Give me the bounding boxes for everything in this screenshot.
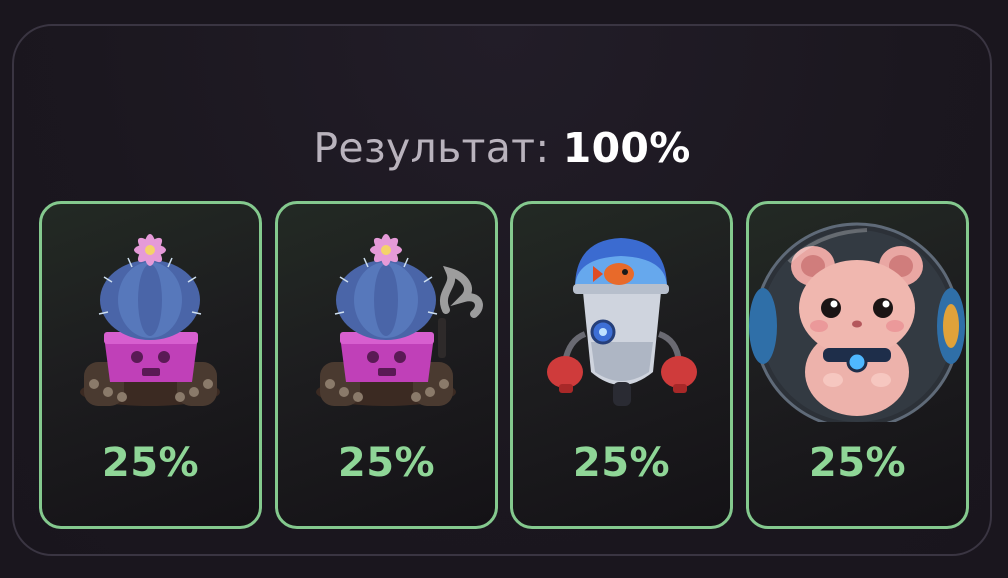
result-title: Результат: 100% <box>14 122 990 174</box>
reward-card-smoking-cactus-tank[interactable]: 25% <box>275 201 498 529</box>
reward-card-hamster-ball[interactable]: 25% <box>746 201 969 529</box>
chance-percent: 25% <box>337 440 436 486</box>
smoking-cactus-tank-icon <box>316 234 483 406</box>
result-label: Результат: <box>313 124 550 172</box>
result-value: 100% <box>562 124 691 172</box>
chance-percent: 25% <box>101 440 200 486</box>
hamster-ball-icon <box>749 222 965 422</box>
cactus-tank-icon <box>80 234 220 406</box>
chance-percent: 25% <box>808 440 907 486</box>
boxing-robot-icon <box>547 238 697 406</box>
reward-card-cactus-tank[interactable]: 25% <box>39 201 262 529</box>
reward-card-boxing-robot[interactable]: 25% <box>510 201 733 529</box>
chance-percent: 25% <box>572 440 671 486</box>
